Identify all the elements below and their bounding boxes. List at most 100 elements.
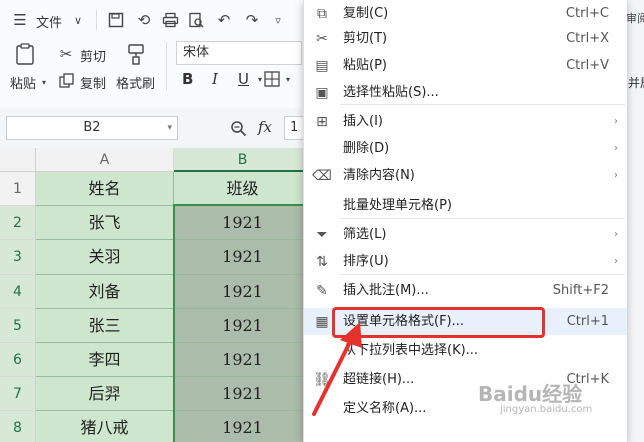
copy-icon[interactable] [56, 70, 76, 90]
divider [166, 42, 167, 90]
font-name-field[interactable]: 宋体 [176, 41, 302, 65]
row-header[interactable]: 1 [0, 172, 36, 207]
cell-name[interactable]: 张飞 [36, 206, 174, 241]
cell-name[interactable]: 后羿 [36, 377, 174, 412]
menu-item[interactable]: ▤ 粘贴(P) Ctrl+V [304, 52, 627, 79]
cell-class[interactable]: 1921 [174, 377, 312, 412]
cell-name[interactable]: 刘备 [36, 274, 174, 309]
cell-class[interactable]: 1921 [174, 411, 312, 442]
cut-button[interactable]: 剪切 [80, 46, 106, 65]
borders-icon[interactable] [262, 69, 282, 89]
paste-dropdown-icon[interactable]: ▾ [40, 75, 48, 89]
chevron-down-icon[interactable]: ▾ [167, 117, 172, 139]
menu-separator [340, 218, 625, 219]
customize-toolbar-icon[interactable]: ▿ [270, 10, 286, 30]
row-header[interactable]: 7 [0, 377, 36, 412]
row-header[interactable]: 5 [0, 308, 36, 343]
row-header[interactable]: 3 [0, 240, 36, 275]
menu-item-shortcut: Ctrl+1 [566, 314, 609, 329]
fx-icon[interactable]: fx [258, 118, 272, 136]
menu-item[interactable]: ⏷ 筛选(L) › [304, 221, 627, 248]
undo-icon[interactable]: ↶ [214, 10, 234, 30]
submenu-arrow-icon: › [614, 170, 618, 181]
cell-class[interactable]: 1921 [174, 274, 312, 309]
row-header[interactable]: 6 [0, 343, 36, 378]
paste-special-icon: ▣ [315, 84, 329, 101]
borders-dropdown-icon[interactable]: ▾ [284, 70, 292, 88]
menu-item-label: 复制(C) [343, 6, 389, 21]
menu-separator [340, 104, 625, 105]
menu-item[interactable]: ⊞ 插入(I) › [304, 108, 627, 135]
cell-name[interactable]: 李四 [36, 343, 174, 378]
filter-icon: ⏷ [316, 226, 328, 243]
name-box[interactable]: B2 ▾ [6, 116, 178, 140]
cell-class[interactable]: 1921 [174, 308, 312, 343]
zoom-search-icon[interactable] [228, 118, 248, 138]
print-preview-icon[interactable] [186, 10, 206, 30]
menu-item[interactable]: 批量处理单元格(P) [304, 192, 627, 219]
cell-class[interactable]: 1921 [174, 343, 312, 378]
submenu-arrow-icon: › [614, 229, 618, 240]
format-painter-button[interactable]: 格式刷 [116, 73, 155, 92]
divider [96, 10, 97, 30]
menu-separator [340, 274, 625, 275]
scissors-icon[interactable]: ✂ [56, 44, 76, 64]
bold-button[interactable]: B [182, 70, 193, 88]
cell-name[interactable]: 关羽 [36, 240, 174, 275]
print-icon[interactable] [160, 10, 180, 30]
menu-item-label: 剪切(T) [343, 31, 388, 46]
menu-item-label: 筛选(L) [343, 227, 387, 242]
copy-button[interactable]: 复制 [80, 73, 106, 92]
hamburger-menu-icon[interactable]: ☰ [10, 10, 30, 30]
row-header[interactable]: 4 [0, 274, 36, 309]
menu-item-shortcut: Ctrl+X [566, 31, 609, 46]
menu-item[interactable]: ⇅ 排序(U) › [304, 248, 627, 275]
menu-item[interactable]: ⧉ 复制(C) Ctrl+C [304, 0, 627, 27]
menu-item-label: 排序(U) [343, 254, 389, 269]
row-header[interactable]: 8 [0, 411, 36, 442]
header-cell-class[interactable]: 班级 [174, 172, 312, 207]
eraser-icon: ⌫ [312, 167, 332, 184]
menu-item-shortcut: Ctrl+V [566, 58, 609, 73]
review-tab-partial[interactable]: 审阅 [626, 10, 644, 26]
submenu-arrow-icon: › [614, 116, 618, 127]
cell-name[interactable]: 猪八戒 [36, 411, 174, 442]
insert-icon: ⊞ [316, 113, 328, 130]
menu-item[interactable]: ⌫ 清除内容(N) › [304, 162, 627, 189]
paste-large-icon[interactable] [14, 42, 36, 66]
cell-class[interactable]: 1921 [174, 206, 312, 241]
save-icon[interactable] [106, 10, 126, 30]
italic-button[interactable]: I [212, 70, 218, 88]
menu-item-label: 选择性粘贴(S)... [343, 85, 439, 100]
menu-item-label: 插入(I) [343, 114, 383, 129]
column-header-a[interactable]: A [36, 148, 174, 172]
menu-item[interactable]: ✂ 剪切(T) Ctrl+X [304, 25, 627, 52]
submenu-arrow-icon: › [614, 143, 618, 154]
menu-item-shortcut: Ctrl+C [565, 6, 609, 21]
menu-item-label: 清除内容(N) [343, 168, 415, 183]
column-header-b[interactable]: B [174, 148, 312, 172]
watermark-text: Baidu经验 [478, 382, 583, 406]
menu-item[interactable]: 删除(D) › [304, 135, 627, 162]
sort-icon: ⇅ [316, 253, 328, 270]
transform-icon[interactable]: ⟲ [134, 10, 154, 30]
watermark-url: jingyan.baidu.com [500, 404, 593, 415]
chevron-down-icon[interactable]: ∨ [70, 10, 86, 30]
row-header[interactable]: 2 [0, 206, 36, 241]
paste-button[interactable]: 粘贴 [10, 73, 36, 92]
name-box-value: B2 [83, 120, 101, 135]
menu-item[interactable]: ▣ 选择性粘贴(S)... [304, 79, 627, 106]
format-painter-icon[interactable] [124, 42, 148, 66]
cell-class[interactable]: 1921 [174, 240, 312, 275]
annotation-arrow [312, 322, 362, 416]
redo-icon[interactable]: ↷ [242, 10, 262, 30]
underline-button[interactable]: U [238, 70, 249, 88]
formula-input[interactable]: 1 [284, 116, 304, 140]
file-menu[interactable]: 文件 [36, 12, 62, 31]
merge-center-partial[interactable]: 并居 [628, 74, 644, 91]
cell-name[interactable]: 张三 [36, 308, 174, 343]
menu-item[interactable]: ✎ 插入批注(M)... Shift+F2 [304, 277, 627, 304]
select-all-corner[interactable] [0, 148, 36, 172]
header-cell-name[interactable]: 姓名 [36, 172, 174, 207]
paste-icon: ▤ [315, 57, 329, 74]
